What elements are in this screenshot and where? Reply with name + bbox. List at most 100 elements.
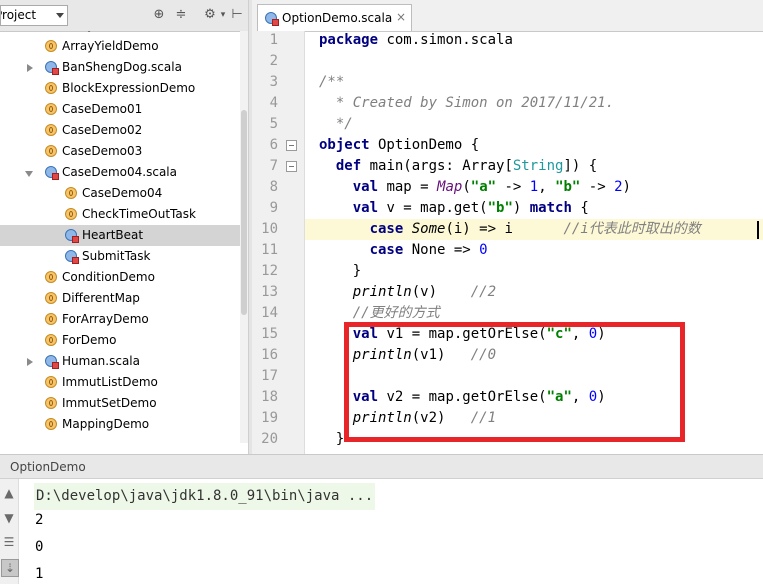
- tree-item[interactable]: CaseDemo04: [0, 183, 240, 204]
- code-token: match: [529, 200, 572, 216]
- line-number: 7: [269, 158, 278, 174]
- hide-panel-icon[interactable]: ⊢: [230, 8, 244, 22]
- tree-item[interactable]: DifferentMap: [0, 288, 240, 309]
- code-line: def main(args: Array[String]) {: [319, 156, 597, 177]
- tree-item[interactable]: CheckTimeOutTask: [0, 204, 240, 225]
- code-token: map =: [378, 179, 438, 195]
- code-line: object OptionDemo {: [319, 135, 479, 156]
- line-number: 16: [261, 347, 278, 363]
- line-number: 14: [261, 305, 278, 321]
- console-command-line: D:\develop\java\jdk1.8.0_91\bin\java ...: [34, 483, 376, 510]
- code-line: * Created by Simon on 2017/11/21.: [319, 93, 614, 114]
- tree-item[interactable]: CaseDemo04.scala: [0, 162, 240, 183]
- tree-item[interactable]: ForArrayDemo: [0, 309, 240, 330]
- code-token: "a": [470, 179, 497, 195]
- tree-item[interactable]: ConditionDemo: [0, 267, 240, 288]
- scroll-to-end-icon[interactable]: ⇣: [1, 559, 19, 577]
- tree-item[interactable]: CaseDemo02: [0, 120, 240, 141]
- scala-class-icon: [65, 250, 79, 264]
- code-token: ): [622, 179, 631, 195]
- code-token: OptionDemo {: [369, 137, 480, 153]
- tree-item[interactable]: BlockExpressionDemo: [0, 78, 240, 99]
- fold-marker-icon[interactable]: [286, 161, 297, 172]
- tree-item-label: HeartBeat: [82, 228, 144, 242]
- tree-item[interactable]: ArrayYieldDemo: [0, 36, 240, 57]
- tree-scrollbar-thumb[interactable]: [241, 110, 247, 315]
- line-number: 8: [269, 179, 278, 195]
- soft-wrap-icon[interactable]: ☰: [1, 534, 17, 550]
- tree-item-label: ImmutListDemo: [62, 375, 158, 389]
- code-line: val v = map.get("b") match {: [319, 198, 589, 219]
- code-token: * Created by Simon on 2017/11/21.: [319, 95, 615, 111]
- code-token: }: [319, 263, 362, 279]
- stop-icon[interactable]: ▼: [1, 510, 17, 526]
- code-line: println(v) //2: [319, 282, 496, 303]
- line-number: 15: [261, 326, 278, 342]
- tree-item[interactable]: SubmitTask: [0, 246, 240, 267]
- tree-item[interactable]: ForDemo: [0, 330, 240, 351]
- tree-item[interactable]: BanShengDog.scala: [0, 57, 240, 78]
- tree-item-label: ForDemo: [62, 333, 117, 347]
- line-number: 4: [269, 95, 278, 111]
- scala-object-icon: [45, 145, 57, 157]
- run-toolbar: ▲ ▼ ☰ ⇣: [0, 479, 19, 584]
- code-token: main(args: Array[: [361, 158, 513, 174]
- code-token: def: [335, 158, 362, 174]
- code-token: ->: [580, 179, 615, 195]
- tree-item-label: CheckTimeOutTask: [82, 207, 196, 221]
- code-token: object: [319, 137, 370, 153]
- expanded-arrow-icon[interactable]: [25, 171, 33, 177]
- tree-item-label: DifferentMap: [62, 291, 140, 305]
- collapse-all-icon[interactable]: ≑: [174, 8, 188, 22]
- tree-item[interactable]: MappingDemo: [0, 414, 240, 435]
- scala-object-icon: [45, 418, 57, 430]
- chevron-down-icon[interactable]: ▾: [216, 8, 230, 22]
- text-caret: [757, 221, 759, 239]
- scala-file-icon: [265, 12, 279, 26]
- tree-item-label: BanShengDog.scala: [62, 60, 182, 74]
- code-token: //i代表此时取出的数: [563, 221, 701, 237]
- code-token: "b": [487, 200, 513, 216]
- code-token: }: [319, 431, 345, 447]
- code-token: val: [352, 200, 379, 216]
- code-token: val: [352, 179, 379, 195]
- close-icon[interactable]: ×: [396, 10, 406, 24]
- code-line: case None => 0: [319, 240, 488, 261]
- settings-icon[interactable]: ⚙: [203, 8, 217, 22]
- line-number: 3: [269, 74, 278, 90]
- scala-object-icon: [45, 103, 57, 115]
- target-icon[interactable]: ⊕: [152, 8, 166, 22]
- tree-item[interactable]: CaseDemo03: [0, 141, 240, 162]
- scala-object-icon: [45, 334, 57, 346]
- fold-marker-icon[interactable]: [286, 140, 297, 151]
- code-token: ,: [538, 179, 556, 195]
- tree-item[interactable]: HeartBeat: [0, 225, 240, 246]
- tree-item[interactable]: Human.scala: [0, 351, 240, 372]
- tab-option-demo[interactable]: OptionDemo.scala ×: [257, 4, 412, 31]
- code-token: (v): [411, 284, 471, 300]
- tree-item[interactable]: CaseDemo01: [0, 99, 240, 120]
- console-output-line: 0: [35, 539, 44, 555]
- project-view-selector[interactable]: Project: [0, 5, 68, 26]
- scala-class-icon: [45, 166, 59, 180]
- code-token: ): [512, 200, 530, 216]
- chevron-down-icon[interactable]: [56, 13, 64, 18]
- collapsed-arrow-icon[interactable]: [27, 358, 33, 366]
- line-number-gutter: 1 2 3 4 5 6 7 8 9 10 11 12 13 14 15 16 17 18 19 20: [252, 31, 305, 454]
- code-token: */: [319, 116, 353, 132]
- tree-item-label: ForArrayDemo: [62, 312, 149, 326]
- line-number: 9: [269, 200, 278, 216]
- rerun-icon[interactable]: ▲: [1, 485, 17, 501]
- line-number: 2: [269, 53, 278, 69]
- line-number: 17: [261, 368, 278, 384]
- collapsed-arrow-icon[interactable]: [27, 64, 33, 72]
- scala-object-icon: [45, 40, 57, 52]
- code-line: //更好的方式: [319, 303, 440, 324]
- code-line: package com.simon.scala: [319, 31, 513, 51]
- tree-item[interactable]: ImmutSetDemo: [0, 393, 240, 414]
- tree-item-label: SubmitTask: [82, 249, 151, 263]
- tree-item[interactable]: ImmutListDemo: [0, 372, 240, 393]
